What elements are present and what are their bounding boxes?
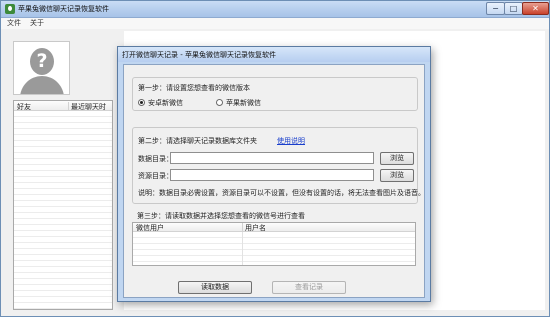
step2-note: 说明：数据目录必需设置，资源目录可以不设置，但没有设置的话，将无法查看图片及语音… bbox=[138, 189, 425, 197]
browse-res-button[interactable]: 浏览 bbox=[380, 169, 414, 182]
friend-list[interactable]: 好友 最近聊天时间 bbox=[13, 100, 113, 310]
wechat-user-list[interactable]: 微信用户 用户名 bbox=[132, 222, 416, 266]
question-mark-icon: ? bbox=[36, 50, 48, 72]
radio-android[interactable] bbox=[138, 99, 145, 106]
step3-group: 第三步：请读取数据并选择您想查看的微信号进行查看 微信用户 用户名 bbox=[132, 208, 418, 291]
main-window-title: 苹果兔微信聊天记录恢复软件 bbox=[18, 5, 109, 13]
menu-about[interactable]: 关于 bbox=[30, 18, 44, 28]
res-dir-input[interactable] bbox=[170, 169, 374, 181]
radio-android-label[interactable]: 安卓新微信 bbox=[148, 98, 183, 108]
radio-ios-label[interactable]: 苹果新微信 bbox=[226, 98, 261, 108]
step1-group: 第一步：请设置您想查看的微信版本 安卓新微信 苹果新微信 bbox=[132, 77, 418, 111]
data-dir-label: 数据目录： bbox=[138, 155, 173, 163]
user-list-header: 微信用户 用户名 bbox=[133, 223, 415, 232]
user-list-divider bbox=[242, 232, 243, 265]
step3-label: 第三步：请读取数据并选择您想查看的微信号进行查看 bbox=[137, 212, 305, 220]
menu-file[interactable]: 文件 bbox=[7, 18, 21, 28]
help-link[interactable]: 使用说明 bbox=[277, 136, 305, 146]
view-records-button[interactable]: 查看记录 bbox=[272, 281, 346, 294]
minimize-button[interactable]: − bbox=[486, 2, 505, 15]
data-dir-input[interactable] bbox=[170, 152, 374, 164]
avatar: ? bbox=[13, 41, 70, 95]
menu-bar: 文件 关于 bbox=[1, 18, 549, 29]
step1-label: 第一步：请设置您想查看的微信版本 bbox=[138, 84, 250, 92]
close-button[interactable]: ✕ bbox=[522, 2, 549, 15]
friend-list-header: 好友 最近聊天时间 bbox=[14, 101, 112, 121]
app-icon bbox=[5, 4, 15, 14]
read-data-button[interactable]: 读取数据 bbox=[178, 281, 252, 294]
main-title-bar[interactable]: 苹果兔微信聊天记录恢复软件 − □ ✕ bbox=[1, 1, 549, 18]
res-dir-label: 资源目录： bbox=[138, 172, 173, 180]
friend-list-rows bbox=[14, 111, 112, 309]
step2-group: 第二步：请选择聊天记录数据库文件夹 使用说明 数据目录： 浏览 资源目录： 浏览… bbox=[132, 127, 425, 204]
step2-label: 第二步：请选择聊天记录数据库文件夹 bbox=[138, 137, 257, 145]
maximize-button[interactable]: □ bbox=[504, 2, 523, 15]
avatar-body-icon bbox=[20, 76, 64, 94]
dialog-title: 打开微信聊天记录 - 苹果兔微信聊天记录恢复软件 bbox=[122, 51, 276, 59]
column-divider[interactable] bbox=[242, 223, 243, 232]
browse-data-button[interactable]: 浏览 bbox=[380, 152, 414, 165]
open-records-dialog: 打开微信聊天记录 - 苹果兔微信聊天记录恢复软件 第一步：请设置您想查看的微信版… bbox=[117, 46, 431, 302]
user-list-rows bbox=[133, 232, 415, 265]
dialog-title-bar[interactable]: 打开微信聊天记录 - 苹果兔微信聊天记录恢复软件 bbox=[118, 47, 430, 62]
dialog-body: 第一步：请设置您想查看的微信版本 安卓新微信 苹果新微信 第二步：请选择聊天记录… bbox=[123, 64, 425, 298]
radio-ios[interactable] bbox=[216, 99, 223, 106]
